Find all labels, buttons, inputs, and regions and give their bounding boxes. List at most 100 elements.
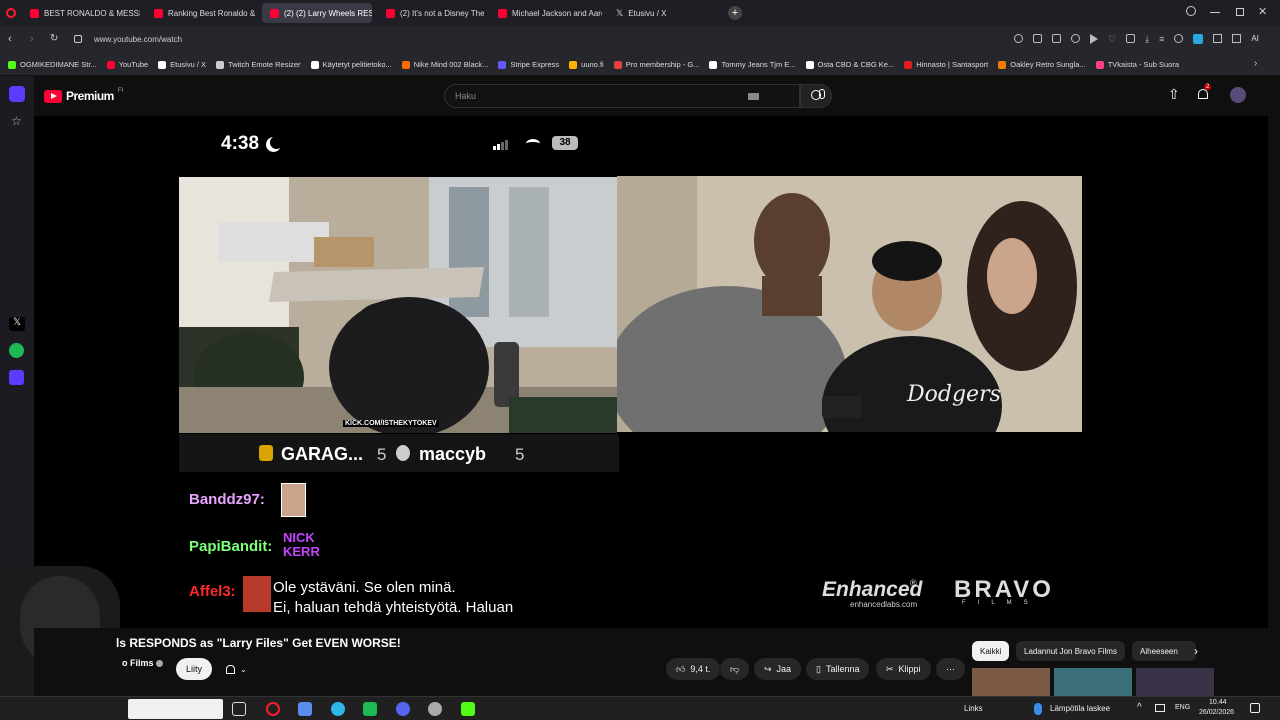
browser-tab-active[interactable]: (2) (2) Larry Wheels RESP✕ (262, 3, 372, 23)
chat-username: Affel3: (189, 583, 236, 600)
bookmark-item[interactable]: Hinnasto | Santasport (904, 60, 988, 69)
bookmark-item[interactable]: Twitch Emote Resizer (216, 60, 301, 69)
tab-search-icon[interactable] (1186, 6, 1196, 16)
recommended-thumbnail[interactable] (972, 668, 1050, 696)
network-icon[interactable] (1155, 704, 1165, 712)
ai-icon[interactable]: AI (1251, 34, 1259, 45)
upload-icon[interactable]: ⇧ (1168, 86, 1180, 103)
bookmark-item[interactable]: OGMIKEDIMANE Str... (8, 60, 97, 69)
bookmark-item[interactable]: uuno.fi (569, 60, 604, 69)
tray-chevron-icon[interactable]: ^ (1137, 702, 1142, 713)
url-input[interactable]: www.youtube.com/watch (94, 35, 182, 44)
search-input[interactable]: Haku (444, 84, 800, 108)
bookmark-item[interactable]: Stripe Express (498, 60, 559, 69)
language-indicator[interactable]: ENG (1175, 704, 1190, 711)
channel-name[interactable]: o Films (122, 658, 154, 668)
bookmark-item[interactable]: TVkaista - Sub Suora (1095, 60, 1179, 69)
save-button[interactable]: ▯ Tallenna (806, 658, 870, 680)
reload-icon[interactable]: ↻ (50, 33, 58, 44)
extension-icon[interactable] (1193, 34, 1204, 44)
bookmarks-overflow-icon[interactable]: › (1254, 58, 1257, 69)
menu-icon[interactable]: ≡ (1159, 34, 1164, 45)
profile-icon[interactable] (1174, 34, 1184, 43)
clip-button[interactable]: ✂ Klippi (876, 658, 931, 680)
video-player[interactable]: 4:38 38 KICK.COM/ISTHEKYTOKEV Dodgers GA… (34, 116, 1268, 628)
taskbar-search-input[interactable] (128, 699, 223, 719)
edge-taskbar-icon[interactable] (331, 702, 345, 716)
x-logo-icon: 𝕏 (616, 7, 624, 18)
browser-tab[interactable]: Ranking Best Ronaldo & M (146, 3, 256, 23)
app-taskbar-icon[interactable] (363, 702, 377, 716)
chips-next-icon[interactable]: › (1194, 644, 1198, 658)
bookmark-item[interactable]: Pro membership - G... (613, 60, 699, 69)
browser-tab[interactable]: BEST RONALDO & MESSI (22, 3, 140, 23)
notifications-button[interactable]: 2 (1196, 84, 1214, 104)
spotify-icon[interactable] (9, 343, 24, 358)
join-button[interactable]: Liity (176, 658, 213, 680)
more-actions-button[interactable]: ⋯ (936, 658, 965, 680)
sponsor-bravo-sub: FILMS (962, 600, 1040, 606)
player-icon[interactable] (9, 370, 24, 385)
download-icon[interactable]: ⤓ (1145, 34, 1149, 45)
x-sidebar-icon[interactable]: 𝕏 (9, 317, 25, 331)
maximize-button[interactable] (1236, 8, 1244, 16)
wallet-icon[interactable] (1126, 34, 1136, 43)
close-window-button[interactable]: ✕ (1258, 5, 1267, 18)
voice-search-button[interactable] (810, 84, 834, 108)
links-toolbar[interactable]: Links (964, 704, 983, 713)
opera-logo-icon[interactable] (6, 8, 16, 18)
share-button[interactable]: ↪ Jaa (754, 658, 802, 680)
opera-taskbar-icon[interactable] (266, 702, 280, 716)
edit-icon[interactable] (1033, 34, 1042, 43)
task-view-icon[interactable] (232, 702, 246, 716)
notification-center-icon[interactable] (1250, 703, 1260, 713)
youtube-logo[interactable]: Premium FI (44, 88, 123, 103)
bookmark-item[interactable]: Nike Mind 002 Black... (401, 60, 489, 69)
weather-text[interactable]: Lämpötila laskee (1050, 704, 1110, 713)
keyboard-icon[interactable] (748, 93, 759, 100)
bookmark-item[interactable]: Etusivu / X (158, 60, 206, 69)
site-info-icon[interactable] (74, 35, 82, 43)
camera-icon[interactable] (1052, 34, 1061, 43)
microphone-icon (819, 89, 825, 99)
team2-score: 5 (515, 445, 525, 464)
discord-taskbar-icon[interactable] (396, 702, 410, 716)
bookmark-label: Nike Mind 002 Black... (413, 60, 489, 69)
star-icon[interactable]: ☆ (11, 114, 22, 128)
zoom-icon[interactable] (1014, 34, 1023, 43)
sidebar-toggle-icon[interactable] (1232, 34, 1242, 43)
chip-all[interactable]: Kaikki (972, 641, 1010, 661)
bookmark-item[interactable]: Käytetyt pelitietoko... (310, 60, 392, 69)
app-taskbar-icon[interactable] (298, 702, 312, 716)
bookmark-item[interactable]: Tommy Jeans Tjm E... (709, 60, 796, 69)
forward-icon[interactable]: › (30, 33, 34, 45)
bookmark-item[interactable]: Osta CBD & CBG Ke... (805, 60, 894, 69)
new-tab-button[interactable]: + (728, 6, 742, 20)
minimize-button[interactable] (1210, 12, 1220, 13)
heart-icon[interactable]: ♡ (1108, 34, 1116, 45)
clock-date[interactable]: 26/02/2026 (1199, 709, 1234, 716)
browser-tab[interactable]: (2) It's not a Disney Theor (378, 3, 484, 23)
like-button[interactable]: 👍︎ 9,4 t. (666, 658, 721, 680)
clock-time[interactable]: 10.44 (1209, 699, 1227, 706)
bookmark-item[interactable]: Oakley Retro Sungla... (998, 60, 1086, 69)
cube-icon[interactable] (1213, 34, 1223, 43)
recommended-thumbnail[interactable] (1136, 668, 1214, 696)
youtube-header: Premium FI Haku ⇧ 2 (34, 76, 1280, 116)
play-icon[interactable] (1090, 34, 1098, 44)
kick-taskbar-icon[interactable] (461, 702, 475, 716)
browser-tab[interactable]: 𝕏 Etusivu / X (608, 3, 720, 23)
windows-taskbar: Links Lämpötila laskee ^ ENG 10.44 26/02… (0, 696, 1280, 720)
recommended-thumbnail[interactable] (1054, 668, 1132, 696)
browser-tab[interactable]: Michael Jackson and Aaro (490, 3, 602, 23)
back-icon[interactable]: ‹ (8, 33, 12, 45)
vpn-icon[interactable] (1071, 34, 1080, 43)
bookmark-item[interactable]: YouTube (106, 60, 148, 69)
account-avatar[interactable] (1230, 87, 1246, 103)
app-taskbar-icon[interactable] (428, 702, 442, 716)
subscribe-bell-button[interactable]: ⌄ (216, 658, 257, 680)
dislike-button[interactable]: 👎︎ (720, 658, 750, 680)
home-icon[interactable] (9, 86, 25, 102)
chip-related[interactable]: Aiheeseen (1132, 641, 1196, 661)
chip-uploader[interactable]: Ladannut Jon Bravo Films (1016, 641, 1125, 661)
